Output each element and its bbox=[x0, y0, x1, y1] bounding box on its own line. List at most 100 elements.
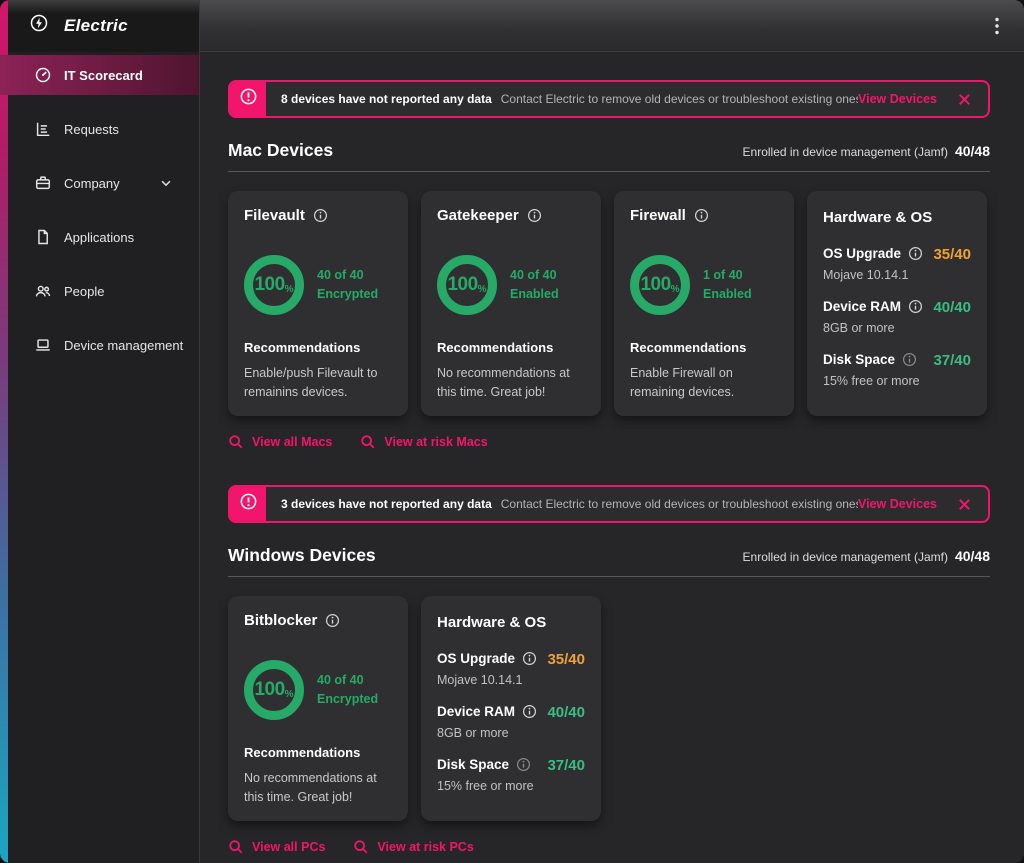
kebab-menu-icon[interactable] bbox=[990, 12, 1004, 40]
ring-count: 40 of 40 bbox=[317, 266, 378, 285]
percent-sign: % bbox=[478, 284, 487, 295]
alert-icon-box bbox=[230, 487, 266, 521]
hw-subtext: Mojave 10.14.1 bbox=[823, 268, 971, 282]
exclamation-circle-icon bbox=[239, 87, 258, 111]
hw-label: Device RAM bbox=[437, 704, 515, 719]
progress-ring: 100% bbox=[244, 660, 304, 720]
hw-value: 40/40 bbox=[547, 704, 585, 721]
brand-name: Electric bbox=[64, 16, 128, 36]
ring-label: 40 of 40 Encrypted bbox=[317, 266, 378, 305]
link-label: View at risk PCs bbox=[377, 840, 473, 854]
alert-message-bold: 3 devices have not reported any data bbox=[281, 497, 492, 511]
mac-cards-grid: Filevault 100% 40 of 40 Encrypted bbox=[228, 191, 990, 416]
hw-label: Disk Space bbox=[823, 352, 895, 367]
close-icon[interactable] bbox=[957, 497, 972, 512]
view-devices-link[interactable]: View Devices bbox=[858, 497, 937, 511]
progress-ring: 100% bbox=[244, 255, 304, 315]
laptop-icon bbox=[34, 336, 52, 354]
progress-percent: 100 bbox=[447, 274, 477, 296]
bitblocker-card: Bitblocker 100% 40 of 40 Encrypted bbox=[228, 596, 408, 821]
ring-status: Encrypted bbox=[317, 690, 378, 709]
sidebar-item-label: Device management bbox=[64, 338, 183, 353]
sidebar-item-label: Requests bbox=[64, 122, 119, 137]
view-at-risk-macs-link[interactable]: View at risk Macs bbox=[360, 434, 487, 450]
info-icon[interactable] bbox=[694, 208, 709, 223]
recommendations-text: No recommendations at this time. Great j… bbox=[244, 769, 392, 808]
info-icon[interactable] bbox=[325, 613, 340, 628]
hw-row-device-ram: Device RAM 40/40 8GB or more bbox=[823, 299, 971, 335]
hw-value: 37/40 bbox=[547, 757, 585, 774]
ring-label: 1 of 40 Enabled bbox=[703, 266, 752, 305]
windows-section-title: Windows Devices bbox=[228, 545, 376, 566]
sidebar-item-company[interactable]: Company bbox=[0, 163, 199, 203]
hardware-os-title: Hardware & OS bbox=[823, 209, 971, 226]
sidebar-item-device-management[interactable]: Device management bbox=[0, 325, 199, 365]
windows-section-header: Windows Devices Enrolled in device manag… bbox=[228, 545, 990, 566]
info-icon[interactable] bbox=[516, 757, 531, 772]
hw-label: OS Upgrade bbox=[823, 246, 901, 261]
view-all-macs-link[interactable]: View all Macs bbox=[228, 434, 332, 450]
hw-value: 40/40 bbox=[933, 299, 971, 316]
view-all-pcs-link[interactable]: View all PCs bbox=[228, 839, 325, 855]
enrolled-value: 40/48 bbox=[955, 548, 990, 564]
recommendations-text: Enable/push Filevault to remainins devic… bbox=[244, 364, 392, 403]
info-icon[interactable] bbox=[902, 352, 917, 367]
link-label: View all Macs bbox=[252, 435, 332, 449]
ring-label: 40 of 40 Encrypted bbox=[317, 671, 378, 710]
info-icon[interactable] bbox=[313, 208, 328, 223]
sidebar-item-label: People bbox=[64, 284, 104, 299]
enrolled-label: Enrolled in device management (Jamf) bbox=[743, 145, 948, 159]
enrolled-label: Enrolled in device management (Jamf) bbox=[743, 550, 948, 564]
progress-ring: 100% bbox=[437, 255, 497, 315]
gauge-icon bbox=[34, 66, 52, 84]
link-label: View at risk Macs bbox=[384, 435, 487, 449]
hw-value: 35/40 bbox=[547, 651, 585, 668]
recommendations-text: No recommendations at this time. Great j… bbox=[437, 364, 585, 403]
hw-row-os-upgrade: OS Upgrade 35/40 Mojave 10.14.1 bbox=[823, 246, 971, 282]
ring-status: Encrypted bbox=[317, 285, 378, 304]
ring-count: 40 of 40 bbox=[317, 671, 378, 690]
alert-icon-box bbox=[230, 82, 266, 116]
mac-section-header: Mac Devices Enrolled in device managemen… bbox=[228, 140, 990, 161]
card-title: Bitblocker bbox=[244, 612, 317, 629]
sidebar-item-applications[interactable]: Applications bbox=[0, 217, 199, 257]
view-devices-link[interactable]: View Devices bbox=[858, 92, 937, 106]
hw-subtext: 8GB or more bbox=[823, 321, 971, 335]
alert-message-detail: Contact Electric to remove old devices o… bbox=[501, 92, 858, 106]
hw-row-disk-space: Disk Space 37/40 15% free or more bbox=[823, 352, 971, 388]
percent-sign: % bbox=[285, 284, 294, 295]
info-icon[interactable] bbox=[522, 651, 537, 666]
topbar bbox=[200, 0, 1024, 52]
close-icon[interactable] bbox=[957, 92, 972, 107]
info-icon[interactable] bbox=[522, 704, 537, 719]
windows-cards-grid: Bitblocker 100% 40 of 40 Encrypted bbox=[228, 596, 990, 821]
view-at-risk-pcs-link[interactable]: View at risk PCs bbox=[353, 839, 473, 855]
hw-label: Disk Space bbox=[437, 757, 509, 772]
mac-alert-banner: 8 devices have not reported any data Con… bbox=[228, 80, 990, 118]
chevron-down-icon[interactable] bbox=[159, 176, 173, 190]
info-icon[interactable] bbox=[908, 246, 923, 261]
exclamation-circle-icon bbox=[239, 492, 258, 516]
card-title: Gatekeeper bbox=[437, 207, 519, 224]
sidebar-item-it-scorecard[interactable]: IT Scorecard bbox=[0, 55, 199, 95]
hw-subtext: 15% free or more bbox=[823, 374, 971, 388]
windows-enrolled-info: Enrolled in device management (Jamf) 40/4… bbox=[743, 548, 990, 564]
recommendations-text: Enable Firewall on remaining devices. bbox=[630, 364, 778, 403]
search-icon bbox=[228, 434, 244, 450]
hw-label: OS Upgrade bbox=[437, 651, 515, 666]
sidebar-item-people[interactable]: People bbox=[0, 271, 199, 311]
sidebar-item-label: IT Scorecard bbox=[64, 68, 143, 83]
info-icon[interactable] bbox=[908, 299, 923, 314]
briefcase-icon bbox=[34, 174, 52, 192]
recommendations-heading: Recommendations bbox=[244, 745, 392, 760]
info-icon[interactable] bbox=[527, 208, 542, 223]
search-icon bbox=[228, 839, 244, 855]
ring-count: 1 of 40 bbox=[703, 266, 752, 285]
sidebar-item-label: Applications bbox=[64, 230, 134, 245]
enrolled-value: 40/48 bbox=[955, 143, 990, 159]
progress-percent: 100 bbox=[254, 274, 284, 296]
recommendations-heading: Recommendations bbox=[437, 340, 585, 355]
hardware-os-title: Hardware & OS bbox=[437, 614, 585, 631]
card-title: Filevault bbox=[244, 207, 305, 224]
sidebar-item-requests[interactable]: Requests bbox=[0, 109, 199, 149]
